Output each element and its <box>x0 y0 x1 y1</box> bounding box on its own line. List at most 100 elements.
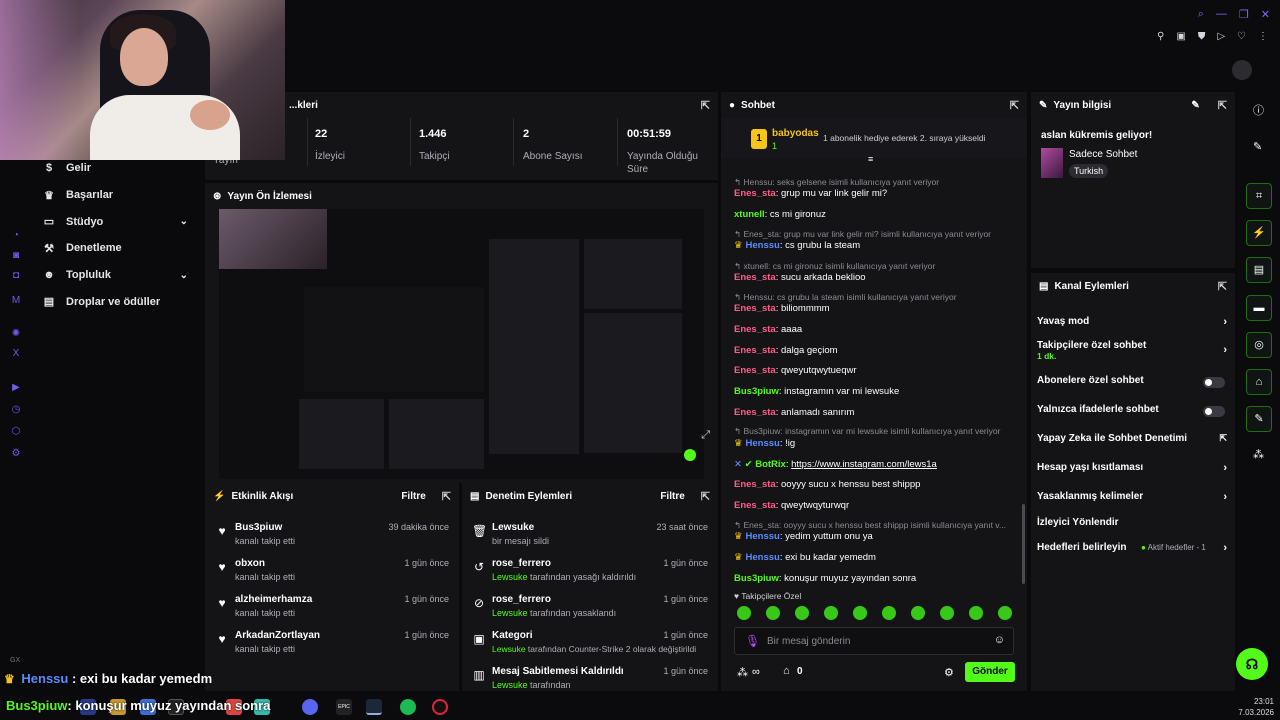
chat-message[interactable]: Bus3piuw: konuşur muyuz yayından sonra <box>734 573 1019 585</box>
emote-icon[interactable] <box>940 606 954 620</box>
chat-input[interactable]: 🎙 Bir mesaj gönderin ☺ <box>734 627 1014 655</box>
points-icon[interactable]: ⁂ <box>1253 448 1264 461</box>
moderator-name[interactable]: Lewsuke <box>492 644 526 654</box>
nav-item-topluluk[interactable]: ☻ Topluluk ⌄ <box>32 262 202 289</box>
emotes-only-toggle[interactable] <box>1203 406 1225 417</box>
emote-icon[interactable] <box>882 606 896 620</box>
player-icon[interactable]: ▶ <box>10 382 22 394</box>
filter-button[interactable]: Filtre <box>401 491 425 502</box>
external-link-icon[interactable]: ⇱ <box>701 490 710 503</box>
x-icon[interactable]: X <box>10 348 22 360</box>
cube-icon[interactable]: ▣ <box>1176 31 1185 42</box>
stream-preview-video[interactable] <box>219 209 704 479</box>
help-button[interactable]: ☊ <box>1236 648 1268 680</box>
chat-message[interactable]: Enes_sta: biliommmm <box>734 303 1019 315</box>
chat-username[interactable]: BotRix <box>755 459 786 470</box>
settings-icon[interactable]: ⚙ <box>10 448 22 460</box>
action-subscribers-only[interactable]: Abonelere özel sohbet <box>1037 375 1227 395</box>
action-slow-mode[interactable]: Yavaş mod › <box>1037 316 1227 336</box>
activity-user[interactable]: Bus3piuw <box>235 522 282 533</box>
chat-link[interactable]: https://www.instagram.com/lews1a <box>791 459 937 470</box>
external-link-icon[interactable]: ⇱ <box>701 99 710 112</box>
chat-message[interactable]: ♛ Henssu: yedim yuttum onu ya <box>734 531 1019 543</box>
close-icon[interactable]: ✕ <box>1261 8 1270 21</box>
history-icon[interactable]: ◷ <box>10 404 22 416</box>
nav-item-denetleme[interactable]: ⚒ Denetleme <box>32 235 202 262</box>
emote-icon[interactable] <box>795 606 809 620</box>
moderator-name[interactable]: Lewsuke <box>492 572 528 582</box>
category-name[interactable]: Sadece Sohbet <box>1069 149 1137 160</box>
activity-user[interactable]: alzheimerhamza <box>235 594 312 605</box>
chat-username[interactable]: Enes_sta <box>734 345 776 356</box>
extensions-icon[interactable]: ⬡ <box>10 426 22 438</box>
chat-message[interactable]: ♛ Henssu: !ig <box>734 438 1019 450</box>
chat-message[interactable]: Enes_sta: grup mu var link gelir mi? <box>734 188 1019 200</box>
chat-username[interactable]: xtunell <box>734 209 765 220</box>
chat-message[interactable]: xtunell: cs mi gironuz <box>734 209 1019 221</box>
chat-username[interactable]: Enes_sta <box>734 365 776 376</box>
recent-icon[interactable]: ◔ <box>10 230 22 242</box>
store-button[interactable]: ⌂ <box>1246 369 1272 395</box>
modlog-target[interactable]: Kategori <box>492 630 533 641</box>
notes-button[interactable]: ▤ <box>1246 257 1272 283</box>
points-icon[interactable]: ⁂ <box>737 666 748 679</box>
chat-message[interactable]: Enes_sta: dalga geçiom <box>734 345 1019 357</box>
minimize-icon[interactable]: — <box>1216 8 1227 21</box>
activity-user[interactable]: obxon <box>235 558 265 569</box>
chat-message[interactable]: ♛ Henssu: cs grubu la steam <box>734 240 1019 252</box>
clip-button[interactable]: ⌗ <box>1246 183 1272 209</box>
action-emotes-only[interactable]: Yalnızca ifadelerle sohbet <box>1037 404 1227 424</box>
microphone-icon[interactable]: 🎙 <box>745 634 760 648</box>
discord-icon[interactable] <box>302 699 318 715</box>
shield-icon[interactable]: ⛊ <box>1198 31 1206 42</box>
external-link-icon[interactable]: ⇱ <box>1218 280 1227 293</box>
play-icon[interactable]: ▷ <box>1217 31 1225 42</box>
action-goals[interactable]: Hedefleri belirleyin ● Aktif hedefler - … <box>1037 542 1227 562</box>
twitch-icon[interactable]: ◙ <box>10 250 22 262</box>
emote-icon[interactable] <box>766 606 780 620</box>
chat-message-button[interactable]: ▬ <box>1246 295 1272 321</box>
gifter-name[interactable]: babyodas <box>772 128 819 139</box>
system-clock[interactable]: 23:01 7.03.2026 <box>1238 696 1274 718</box>
modlog-target[interactable]: Lewsuke <box>492 522 534 533</box>
messenger-icon[interactable]: M <box>10 295 22 307</box>
spotify-icon[interactable] <box>400 699 416 715</box>
nav-item-studyo[interactable]: ▭ Stüdyo ⌄ <box>32 208 202 235</box>
modlog-target[interactable]: rose_ferrero <box>492 558 551 569</box>
action-followers-only[interactable]: Takipçilere özel sohbet 1 dk. › <box>1037 340 1227 361</box>
nav-item-droplar[interactable]: ▤ Droplar ve ödüller <box>32 288 202 315</box>
chat-reply-context[interactable]: ↰ Bus3piuw: instagramın var mi lewsuke i… <box>734 425 1019 438</box>
chat-message[interactable]: Enes_sta: aaaa <box>734 324 1019 336</box>
action-ai-moderation[interactable]: Yapay Zeka ile Sohbet Denetimi ⇱ <box>1037 433 1227 453</box>
epic-games-icon[interactable]: EPIC <box>336 699 352 715</box>
emote-icon[interactable] <box>824 606 838 620</box>
wrench-button[interactable]: ✎ <box>1246 406 1272 432</box>
chat-username[interactable]: Enes_sta <box>734 479 776 490</box>
chat-username[interactable]: Enes_sta <box>734 272 776 283</box>
external-link-icon[interactable]: ⇱ <box>1218 99 1227 112</box>
emote-icon[interactable] <box>969 606 983 620</box>
chat-username[interactable]: Enes_sta <box>734 324 776 335</box>
action-account-age[interactable]: Hesap yaşı kısıtlaması › <box>1037 462 1227 482</box>
moderator-name[interactable]: Lewsuke <box>492 680 528 690</box>
modlog-target[interactable]: Mesaj Sabitlemesi Kaldırıldı <box>492 666 624 677</box>
chat-message[interactable]: Enes_sta: ooyyy sucu x henssu best shipp… <box>734 479 1019 491</box>
chat-username[interactable]: Bus3piuw <box>734 386 779 397</box>
emote-icon[interactable] <box>998 606 1012 620</box>
filter-button[interactable]: Filtre <box>660 491 684 502</box>
chat-username[interactable]: Enes_sta <box>734 500 776 511</box>
search-icon[interactable]: ⌕ <box>1198 8 1204 21</box>
emote-icon[interactable] <box>737 606 751 620</box>
chat-username[interactable]: Henssu <box>746 438 780 449</box>
fullscreen-icon[interactable]: ⤢ <box>701 429 710 442</box>
chat-message[interactable]: Enes_sta: qweytwqyturwqr <box>734 500 1019 512</box>
chat-scrollbar[interactable] <box>1022 504 1025 584</box>
heart-icon[interactable]: ♡ <box>1237 31 1246 42</box>
store-icon[interactable]: ⌂ <box>783 665 790 677</box>
collapse-icon[interactable]: ≡ <box>868 154 873 164</box>
gear-icon[interactable]: ⚙ <box>944 666 954 679</box>
modlog-target[interactable]: rose_ferrero <box>492 594 551 605</box>
chat-username[interactable]: Henssu <box>746 552 780 563</box>
moderator-name[interactable]: Lewsuke <box>492 608 528 618</box>
subscribers-only-toggle[interactable] <box>1203 377 1225 388</box>
